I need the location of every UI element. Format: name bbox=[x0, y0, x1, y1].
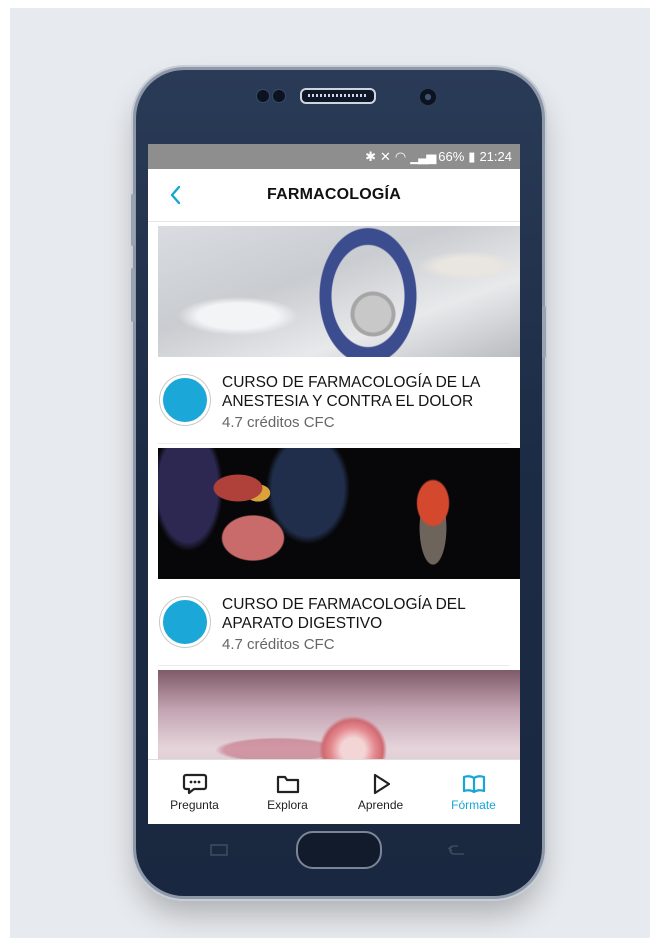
nav-item-aprende[interactable]: Aprende bbox=[334, 760, 427, 824]
course-title-line2: APARATO DIGESTIVO bbox=[222, 615, 383, 632]
battery-icon: ▮ bbox=[468, 148, 476, 164]
volume-button-2 bbox=[131, 268, 135, 322]
course-info[interactable]: CURSO DE FARMACOLOGÍA DEL APARATO DIGEST… bbox=[158, 579, 510, 666]
course-card[interactable] bbox=[148, 666, 520, 760]
play-icon bbox=[373, 773, 390, 795]
nav-label: Fórmate bbox=[451, 798, 496, 812]
back-key-icon[interactable] bbox=[446, 843, 468, 857]
volume-button bbox=[131, 194, 135, 246]
nav-item-pregunta[interactable]: Pregunta bbox=[148, 760, 241, 824]
earpiece-speaker bbox=[300, 88, 376, 104]
course-dot-icon bbox=[160, 597, 210, 647]
course-image-anesthesia[interactable] bbox=[158, 226, 520, 357]
course-info[interactable]: CURSO DE FARMACOLOGÍA DE LA ANESTESIA Y … bbox=[158, 357, 510, 444]
course-card[interactable]: CURSO DE FARMACOLOGÍA DEL APARATO DIGEST… bbox=[148, 444, 520, 666]
mute-icon: ✕ bbox=[380, 148, 391, 164]
status-bar: ✱ ✕ ◠ ▁▃▅ 66% ▮ 21:24 bbox=[148, 144, 520, 169]
app-header: FARMACOLOGÍA bbox=[148, 169, 520, 222]
course-dot-icon bbox=[160, 375, 210, 425]
course-card[interactable]: CURSO DE FARMACOLOGÍA DE LA ANESTESIA Y … bbox=[148, 222, 520, 444]
clock: 21:24 bbox=[479, 149, 512, 164]
signal-icon: ▁▃▅ bbox=[410, 148, 436, 164]
home-button[interactable] bbox=[296, 831, 382, 869]
nav-item-formate[interactable]: Fórmate bbox=[427, 760, 520, 824]
page-title: FARMACOLOGÍA bbox=[267, 186, 401, 203]
sensor-2 bbox=[272, 89, 286, 103]
course-image-digestive[interactable] bbox=[158, 448, 520, 579]
chevron-left-icon bbox=[170, 185, 181, 205]
phone-frame: ✱ ✕ ◠ ▁▃▅ 66% ▮ 21:24 FARMACOLOGÍA CURSO… bbox=[131, 70, 546, 896]
battery-percent: 66% bbox=[438, 149, 465, 164]
book-icon bbox=[462, 775, 485, 794]
screen: ✱ ✕ ◠ ▁▃▅ 66% ▮ 21:24 FARMACOLOGÍA CURSO… bbox=[148, 144, 520, 824]
nav-item-explora[interactable]: Explora bbox=[241, 760, 334, 824]
nav-label: Aprende bbox=[357, 798, 404, 812]
nav-label: Pregunta bbox=[170, 798, 219, 812]
course-credits: 4.7 créditos CFC bbox=[222, 636, 335, 653]
front-camera bbox=[418, 87, 438, 107]
folder-icon bbox=[276, 775, 299, 794]
bluetooth-icon: ✱ bbox=[365, 148, 377, 164]
course-image-cell[interactable] bbox=[158, 670, 520, 760]
power-button bbox=[542, 306, 546, 358]
chat-bubble-icon bbox=[182, 773, 207, 795]
bottom-navigation: Pregunta Explora Aprende Fórmate bbox=[148, 759, 520, 824]
sensor bbox=[256, 89, 270, 103]
wifi-icon: ◠ bbox=[394, 148, 407, 164]
course-list[interactable]: CURSO DE FARMACOLOGÍA DE LA ANESTESIA Y … bbox=[148, 222, 520, 760]
course-title-line2: ANESTESIA Y CONTRA EL DOLOR bbox=[222, 393, 474, 410]
nav-label: Explora bbox=[267, 798, 308, 812]
course-title-line1: CURSO DE FARMACOLOGÍA DE LA bbox=[222, 374, 481, 391]
back-button[interactable] bbox=[162, 181, 188, 209]
course-credits: 4.7 créditos CFC bbox=[222, 414, 335, 431]
course-title-line1: CURSO DE FARMACOLOGÍA DEL bbox=[222, 596, 466, 613]
recents-key-icon[interactable] bbox=[208, 843, 230, 857]
